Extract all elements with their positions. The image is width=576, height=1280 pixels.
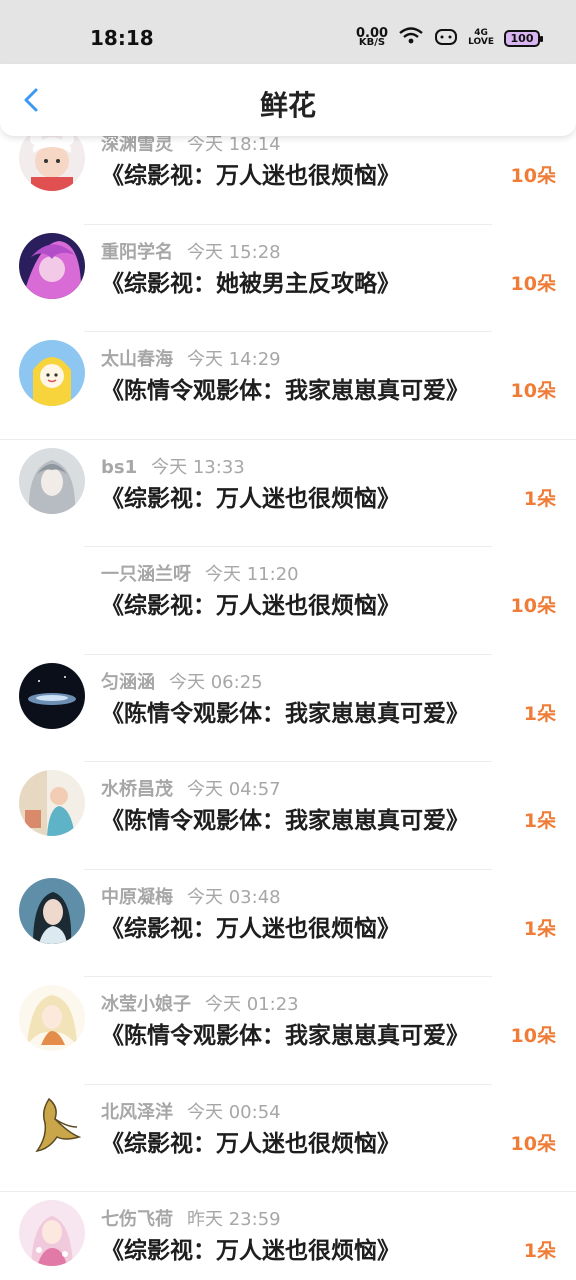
avatar[interactable] xyxy=(19,232,85,299)
item-meta: 中原凝梅 今天 03:48 xyxy=(101,883,281,909)
time-label: 今天 13:33 xyxy=(151,456,245,478)
page-title: 鲜花 xyxy=(259,89,316,122)
avatar[interactable] xyxy=(19,555,85,621)
book-title[interactable]: 《综影视：她被男主反攻略》 xyxy=(101,264,400,298)
flower-count: 1朵 xyxy=(523,810,556,832)
book-title[interactable]: 《综影视：万人迷也很烦恼》 xyxy=(101,156,400,190)
item-meta: 冰莹小娘子 今天 01:23 xyxy=(101,990,299,1016)
avatar[interactable] xyxy=(19,985,85,1051)
cellular-indicator: 4G LOVE xyxy=(468,28,494,47)
time-label: 今天 04:57 xyxy=(187,779,281,800)
list-item[interactable]: 一只涵兰呀 今天 11:20 《综影视：万人迷也很烦恼》 10朵 xyxy=(0,547,576,655)
avatar[interactable] xyxy=(19,1092,85,1159)
flower-count: 10朵 xyxy=(510,1025,556,1047)
status-time: 18:18 xyxy=(90,26,154,50)
flower-count: 1朵 xyxy=(523,1240,556,1262)
time-label: 今天 03:48 xyxy=(187,886,281,908)
flower-count: 10朵 xyxy=(510,595,556,617)
list-item[interactable]: 重阳学名 今天 15:28 《综影视：她被男主反攻略》 10朵 xyxy=(0,225,576,333)
time-label: 今天 11:20 xyxy=(205,564,299,585)
list-item[interactable]: 水桥昌茂 今天 04:57 《陈情令观影体：我家崽崽真可爱》 1朵 xyxy=(0,762,576,870)
list-item[interactable]: 中原凝梅 今天 03:48 《综影视：万人迷也很烦恼》 1朵 xyxy=(0,870,576,978)
user-name[interactable]: 深渊雪灵 xyxy=(101,134,173,155)
item-meta: 匀涵涵 今天 06:25 xyxy=(101,668,263,694)
book-title[interactable]: 《综影视：万人迷也很烦恼》 xyxy=(101,909,400,943)
book-title[interactable]: 《陈情令观影体：我家崽崽真可爱》 xyxy=(101,801,469,835)
flower-list: 深渊雪灵 今天 18:14 《综影视：万人迷也很烦恼》 10朵 重阳学名 今天 15… xyxy=(0,117,576,1280)
time-label: 今天 15:28 xyxy=(187,241,281,263)
user-name[interactable]: 匀涵涵 xyxy=(101,672,155,693)
book-title[interactable]: 《陈情令观影体：我家崽崽真可爱》 xyxy=(101,371,469,405)
wifi-icon xyxy=(398,26,424,50)
item-meta: 水桥昌茂 今天 04:57 xyxy=(101,775,281,801)
item-meta: bs1 今天 13:33 xyxy=(101,453,245,479)
status-bar: 18:18 0.00 KB/S 4G LOVE 100 xyxy=(0,0,576,64)
nav-header: 鲜花 xyxy=(0,64,576,136)
list-item[interactable]: 匀涵涵 今天 06:25 《陈情令观影体：我家崽崽真可爱》 1朵 xyxy=(0,655,576,763)
time-label: 今天 18:14 xyxy=(187,134,281,155)
user-name[interactable]: 七伤飞荷 xyxy=(101,1209,173,1230)
user-name[interactable]: 冰莹小娘子 xyxy=(101,994,191,1015)
flower-count: 10朵 xyxy=(510,272,556,295)
avatar[interactable] xyxy=(19,447,85,514)
time-label: 今天 01:23 xyxy=(205,994,299,1015)
time-label: 今天 14:29 xyxy=(187,349,281,370)
time-label: 昨天 23:59 xyxy=(187,1209,281,1230)
user-name[interactable]: 重阳学名 xyxy=(101,242,173,263)
item-meta: 一只涵兰呀 今天 11:20 xyxy=(101,560,299,586)
flower-count: 1朵 xyxy=(523,487,556,510)
list-item[interactable]: 太山春海 今天 14:29 《陈情令观影体：我家崽崽真可爱》 10朵 xyxy=(0,332,576,440)
avatar[interactable] xyxy=(19,877,85,944)
book-title[interactable]: 《综影视：万人迷也很烦恼》 xyxy=(101,1231,400,1265)
user-name[interactable]: 一只涵兰呀 xyxy=(101,564,191,585)
book-title[interactable]: 《陈情令观影体：我家崽崽真可爱》 xyxy=(101,694,469,728)
avatar[interactable] xyxy=(19,770,85,836)
cat-face-icon xyxy=(434,26,458,50)
list-item[interactable]: 冰莹小娘子 今天 01:23 《陈情令观影体：我家崽崽真可爱》 10朵 xyxy=(0,977,576,1085)
network-speed: 0.00 KB/S xyxy=(355,26,389,48)
book-title[interactable]: 《综影视：万人迷也很烦恼》 xyxy=(101,479,400,513)
item-meta: 重阳学名 今天 15:28 xyxy=(101,238,281,264)
list-item[interactable]: 北风泽洋 今天 00:54 《综影视：万人迷也很烦恼》 10朵 xyxy=(0,1085,576,1193)
list-item[interactable]: 七伤飞荷 昨天 23:59 《综影视：万人迷也很烦恼》 1朵 xyxy=(0,1192,576,1280)
flower-count: 10朵 xyxy=(510,1132,556,1155)
user-name[interactable]: 水桥昌茂 xyxy=(101,779,173,800)
user-name[interactable]: 中原凝梅 xyxy=(101,887,173,908)
flower-count: 1朵 xyxy=(523,917,556,940)
battery-icon: 100 xyxy=(504,29,543,47)
flower-count: 1朵 xyxy=(523,702,556,725)
avatar[interactable] xyxy=(19,340,85,406)
status-icons: 0.00 KB/S 4G LOVE 100 xyxy=(355,26,543,50)
book-title[interactable]: 《陈情令观影体：我家崽崽真可爱》 xyxy=(101,1016,469,1050)
item-meta: 北风泽洋 今天 00:54 xyxy=(101,1098,281,1124)
flower-count: 10朵 xyxy=(510,380,556,402)
user-name[interactable]: 北风泽洋 xyxy=(101,1102,173,1123)
item-meta: 太山春海 今天 14:29 xyxy=(101,345,281,371)
avatar[interactable] xyxy=(19,662,85,729)
time-label: 今天 06:25 xyxy=(169,671,263,693)
flower-count: 10朵 xyxy=(510,165,556,187)
user-name[interactable]: bs1 xyxy=(101,457,137,478)
item-meta: 七伤飞荷 昨天 23:59 xyxy=(101,1205,281,1231)
book-title[interactable]: 《综影视：万人迷也很烦恼》 xyxy=(101,1124,400,1158)
list-item[interactable]: bs1 今天 13:33 《综影视：万人迷也很烦恼》 1朵 xyxy=(0,440,576,548)
avatar[interactable] xyxy=(19,1200,85,1266)
book-title[interactable]: 《综影视：万人迷也很烦恼》 xyxy=(101,586,400,620)
user-name[interactable]: 太山春海 xyxy=(101,349,173,370)
time-label: 今天 00:54 xyxy=(187,1101,281,1123)
